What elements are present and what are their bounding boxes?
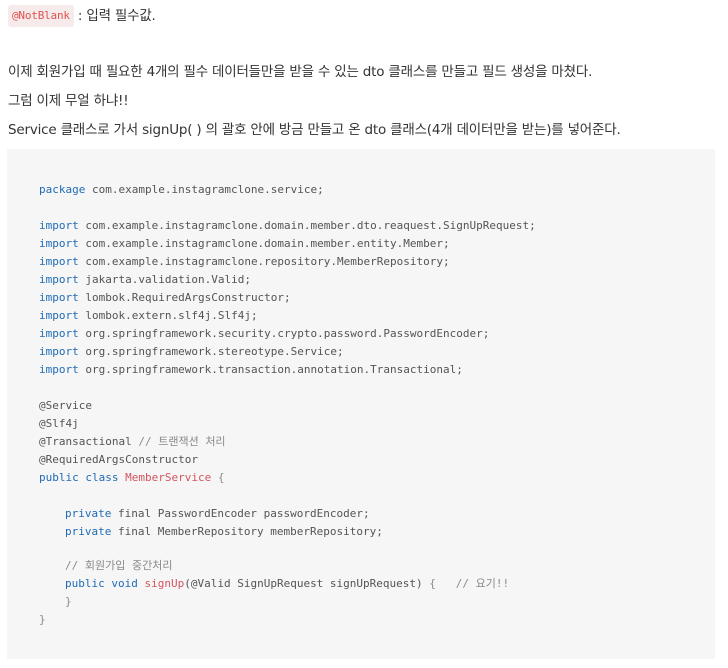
code-method-declaration: public void signUp(@Valid SignUpRequest … bbox=[65, 575, 509, 593]
code-keyword: import bbox=[39, 309, 79, 322]
code-import-line: import com.example.instagramclone.domain… bbox=[39, 217, 536, 235]
code-package-name: com.example.instagramclone.service; bbox=[91, 183, 324, 196]
code-keyword: public void bbox=[65, 577, 138, 590]
code-import-path: com.example.instagramclone.repository.Me… bbox=[85, 255, 450, 268]
code-keyword: import bbox=[39, 273, 79, 286]
code-import-path: org.springframework.stereotype.Service; bbox=[85, 345, 344, 358]
code-method-name: signUp bbox=[144, 577, 185, 590]
code-comment-signup: // 회원가입 중간처리 bbox=[65, 559, 173, 572]
code-keyword: import bbox=[39, 237, 79, 250]
code-import-path: lombok.extern.slf4j.Slf4j; bbox=[85, 309, 258, 322]
code-package-line: package com.example.instagramclone.servi… bbox=[39, 181, 324, 199]
code-method-params: (@Valid SignUpRequest signUpRequest) bbox=[184, 577, 423, 590]
code-import-path: com.example.instagramclone.domain.member… bbox=[85, 219, 536, 232]
code-keyword: private bbox=[65, 507, 112, 520]
code-keyword: import bbox=[39, 363, 79, 376]
code-field-line: private final MemberRepository memberRep… bbox=[65, 523, 383, 541]
code-brace: { bbox=[217, 471, 225, 484]
code-keyword: import bbox=[39, 327, 79, 340]
code-keyword: import bbox=[39, 255, 79, 268]
code-field: final MemberRepository memberRepository; bbox=[117, 525, 383, 538]
code-import-path: lombok.RequiredArgsConstructor; bbox=[85, 291, 291, 304]
code-class-close: } bbox=[39, 613, 46, 626]
code-class-declaration: public class MemberService { bbox=[39, 469, 224, 487]
code-keyword: import bbox=[39, 219, 79, 232]
code-import-path: org.springframework.transaction.annotati… bbox=[85, 363, 463, 376]
code-import-line: import lombok.RequiredArgsConstructor; bbox=[39, 289, 291, 307]
code-keyword: private bbox=[65, 525, 112, 538]
note-text: : 입력 필수값. bbox=[77, 8, 156, 24]
code-comment: // 트랜잭션 처리 bbox=[138, 435, 226, 448]
code-class-name: MemberService bbox=[125, 471, 212, 484]
code-block: package com.example.instagramclone.servi… bbox=[7, 149, 715, 659]
code-import-path: org.springframework.security.crypto.pass… bbox=[85, 327, 490, 340]
paragraph-service: Service 클래스로 가서 signUp( ) 의 괄호 안에 방금 만들고… bbox=[8, 122, 621, 138]
code-import-line: import org.springframework.transaction.a… bbox=[39, 361, 463, 379]
code-keyword: public class bbox=[39, 471, 119, 484]
code-keyword: package bbox=[39, 183, 86, 196]
code-field-line: private final PasswordEncoder passwordEn… bbox=[65, 505, 370, 523]
code-import-line: import lombok.extern.slf4j.Slf4j; bbox=[39, 307, 258, 325]
code-import-path: jakarta.validation.Valid; bbox=[85, 273, 251, 286]
code-transactional-line: @Transactional // 트랜잭션 처리 bbox=[39, 433, 226, 451]
code-annotation-rac: @RequiredArgsConstructor bbox=[39, 453, 198, 466]
code-import-line: import jakarta.validation.Valid; bbox=[39, 271, 251, 289]
code-import-line: import com.example.instagramclone.domain… bbox=[39, 235, 450, 253]
code-import-line: import org.springframework.stereotype.Se… bbox=[39, 343, 344, 361]
note-line: @NotBlank : 입력 필수값. bbox=[8, 5, 156, 27]
code-comment: // 요기!! bbox=[455, 577, 510, 590]
code-annotation-slf4j: @Slf4j bbox=[39, 417, 79, 430]
paragraph-what-now: 그럼 이제 무얼 하냐!! bbox=[8, 93, 129, 109]
annotation-badge: @NotBlank bbox=[8, 5, 74, 27]
paragraph-dto: 이제 회원가입 때 필요한 4개의 필수 데이터들만을 받을 수 있는 dto … bbox=[8, 64, 593, 80]
code-field: final PasswordEncoder passwordEncoder; bbox=[117, 507, 370, 520]
code-annotation-transactional: @Transactional bbox=[39, 435, 132, 448]
code-keyword: import bbox=[39, 291, 79, 304]
code-annotation-service: @Service bbox=[39, 399, 92, 412]
code-import-line: import com.example.instagramclone.reposi… bbox=[39, 253, 450, 271]
code-keyword: import bbox=[39, 345, 79, 358]
code-method-close: } bbox=[65, 595, 72, 608]
code-import-path: com.example.instagramclone.domain.member… bbox=[85, 237, 450, 250]
code-brace: { bbox=[422, 577, 436, 590]
code-import-line: import org.springframework.security.cryp… bbox=[39, 325, 489, 343]
